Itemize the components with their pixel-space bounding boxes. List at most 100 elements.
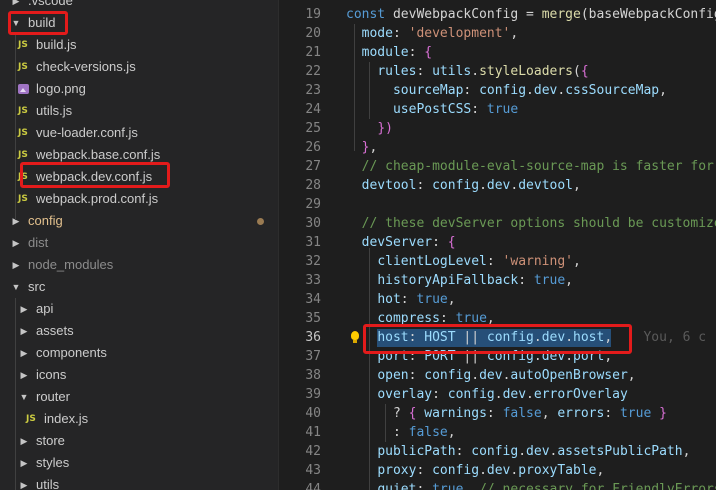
chevron-right-icon: ▶	[20, 436, 28, 446]
highlight-box-build-folder	[8, 11, 68, 35]
code-line[interactable]: 24 usePostCSS: true	[279, 100, 716, 119]
code-line[interactable]: 19 const devWebpackConfig = merge(baseWeb…	[279, 5, 716, 24]
chevron-right-icon: ▶	[12, 216, 20, 226]
code-line[interactable]: 27 // cheap-module-eval-source-map is fa…	[279, 157, 716, 176]
explorer-folder-components[interactable]: ▶ components	[0, 342, 278, 364]
line-number: 43	[305, 463, 321, 478]
explorer-item-label: router	[36, 389, 70, 404]
explorer-item-label: api	[36, 301, 54, 316]
explorer-item-label: utils	[36, 477, 60, 490]
chevron-right-icon: ▶	[12, 238, 20, 248]
code-line[interactable]: 41 : false,	[279, 423, 716, 442]
line-number: 30	[305, 216, 321, 231]
code-line[interactable]: 40 ? { warnings: false, errors: true }	[279, 404, 716, 423]
explorer-folder-node-modules[interactable]: ▶ node_modules	[0, 254, 278, 276]
code-text: : false,	[346, 425, 456, 440]
chevron-right-icon: ▶	[20, 304, 28, 314]
tree-indent-guide	[15, 298, 16, 490]
explorer-item-label: config	[28, 213, 63, 228]
line-number: 31	[305, 235, 321, 250]
line-number: 38	[305, 368, 321, 383]
explorer-file-index-js[interactable]: JS index.js	[0, 408, 278, 430]
code-line[interactable]: 32 clientLogLevel: 'warning',	[279, 252, 716, 271]
code-line[interactable]: 38 open: config.dev.autoOpenBrowser,	[279, 366, 716, 385]
explorer-item-label: styles	[36, 455, 70, 470]
explorer-folder-dist[interactable]: ▶ dist	[0, 232, 278, 254]
code-line[interactable]: 26 },	[279, 138, 716, 157]
code-line[interactable]: 21 module: {	[279, 43, 716, 62]
line-number: 40	[305, 406, 321, 421]
code-line[interactable]: 22 rules: utils.styleLoaders({	[279, 62, 716, 81]
chevron-down-icon: ▼	[19, 392, 29, 402]
lightbulb-icon[interactable]	[351, 331, 359, 343]
explorer-item-label: check-versions.js	[36, 59, 136, 74]
code-text: open: config.dev.autoOpenBrowser,	[377, 368, 636, 383]
code-line[interactable]: 29	[279, 195, 716, 214]
explorer-item-label: webpack.prod.conf.js	[36, 191, 159, 206]
explorer-folder-icons[interactable]: ▶ icons	[0, 364, 278, 386]
code-line[interactable]: 33 historyApiFallback: true,	[279, 271, 716, 290]
code-text: ? { warnings: false, errors: true }	[346, 406, 667, 421]
explorer-folder-store[interactable]: ▶ store	[0, 430, 278, 452]
explorer-file-logo-png[interactable]: logo.png	[0, 78, 278, 100]
explorer-item-label: utils.js	[36, 103, 73, 118]
line-number: 24	[305, 102, 321, 117]
line-number: 44	[305, 482, 321, 490]
explorer-folder-assets[interactable]: ▶ assets	[0, 320, 278, 342]
code-line[interactable]: 39 overlay: config.dev.errorOverlay	[279, 385, 716, 404]
explorer-folder-api[interactable]: ▶ api	[0, 298, 278, 320]
code-line[interactable]: 43 proxy: config.dev.proxyTable,	[279, 461, 716, 480]
chevron-right-icon: ▶	[20, 348, 28, 358]
explorer-item-label: icons	[36, 367, 67, 382]
code-text: proxy: config.dev.proxyTable,	[377, 463, 605, 478]
code-text: })	[377, 121, 393, 136]
code-text: hot: true,	[377, 292, 456, 307]
chevron-down-icon: ▼	[11, 282, 21, 292]
code-text: rules: utils.styleLoaders({	[377, 64, 589, 79]
line-number: 35	[305, 311, 321, 326]
explorer-file-build-js[interactable]: JS build.js	[0, 34, 278, 56]
modified-dot-icon	[257, 218, 264, 225]
code-text: clientLogLevel: 'warning',	[377, 254, 581, 269]
code-text: quiet: true, // necessary for FriendlyEr…	[377, 482, 716, 490]
code-line[interactable]: 31 devServer: {	[279, 233, 716, 252]
explorer-folder-src[interactable]: ▼ src	[0, 276, 278, 298]
tree-indent-guide	[15, 34, 16, 220]
code-text: devServer: {	[361, 235, 456, 250]
code-line[interactable]: 28 devtool: config.dev.devtool,	[279, 176, 716, 195]
explorer-item-label: index.js	[44, 411, 89, 426]
code-line[interactable]: 42 publicPath: config.dev.assetsPublicPa…	[279, 442, 716, 461]
explorer-folder-utils[interactable]: ▶ utils	[0, 474, 278, 490]
explorer-item-label: vue-loader.conf.js	[36, 125, 138, 140]
js-file-icon: JS	[18, 194, 28, 204]
chevron-right-icon: ▶	[20, 480, 28, 490]
image-file-icon	[18, 84, 29, 94]
code-line[interactable]: 34 hot: true,	[279, 290, 716, 309]
explorer-file-utils-js[interactable]: JS utils.js	[0, 100, 278, 122]
chevron-right-icon: ▶	[20, 370, 28, 380]
code-editor[interactable]: 19 const devWebpackConfig = merge(baseWeb…	[279, 0, 716, 490]
js-file-icon: JS	[18, 106, 28, 116]
code-line[interactable]: 44 quiet: true, // necessary for Friendl…	[279, 480, 716, 490]
code-text: sourceMap: config.dev.cssSourceMap,	[392, 83, 667, 98]
code-text: devtool: config.dev.devtool,	[361, 178, 581, 193]
code-text: // cheap-module-eval-source-map is faste…	[361, 159, 714, 174]
explorer-item-label: node_modules	[28, 257, 114, 272]
code-text: const devWebpackConfig = merge(baseWebpa…	[346, 7, 716, 22]
line-number: 32	[305, 254, 321, 269]
explorer-folder-config[interactable]: ▶ config	[0, 210, 278, 232]
explorer-file-check-versions-js[interactable]: JS check-versions.js	[0, 56, 278, 78]
explorer-file-vue-loader-conf-js[interactable]: JS vue-loader.conf.js	[0, 122, 278, 144]
line-number: 29	[305, 197, 321, 212]
code-line[interactable]: 30 // these devServer options should be …	[279, 214, 716, 233]
code-text: publicPath: config.dev.assetsPublicPath,	[377, 444, 691, 459]
code-line[interactable]: 20 mode: 'development',	[279, 24, 716, 43]
explorer-folder-styles[interactable]: ▶ styles	[0, 452, 278, 474]
explorer-folder-router[interactable]: ▼ router	[0, 386, 278, 408]
code-text: module: {	[361, 45, 433, 60]
line-number: 28	[305, 178, 321, 193]
code-line[interactable]: 23 sourceMap: config.dev.cssSourceMap,	[279, 81, 716, 100]
code-line[interactable]: 25 })	[279, 119, 716, 138]
code-text: usePostCSS: true	[392, 102, 519, 117]
explorer-file-webpack-prod-conf-js[interactable]: JS webpack.prod.conf.js	[0, 188, 278, 210]
